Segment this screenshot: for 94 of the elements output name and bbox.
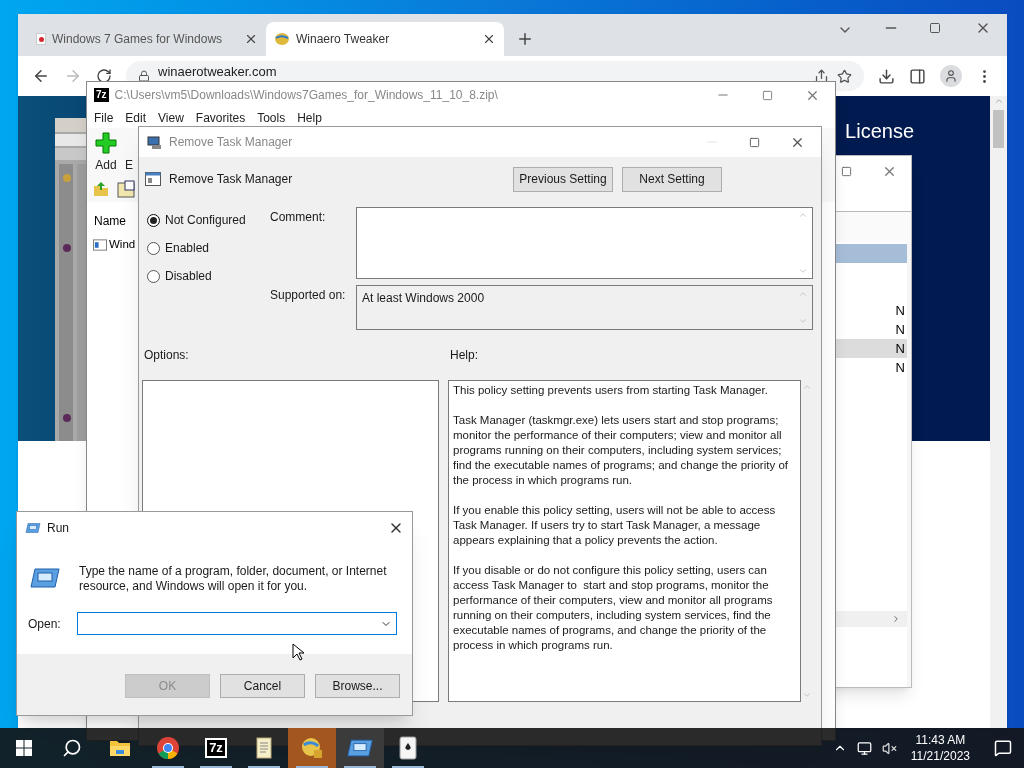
window-title: Run	[47, 519, 69, 537]
menu-item[interactable]: Tools	[257, 109, 286, 127]
table-cell-text: N	[895, 358, 905, 377]
taskbar-button[interactable]: 7z	[192, 728, 240, 768]
maximize-icon[interactable]	[841, 165, 852, 177]
run-icon	[29, 566, 61, 590]
radio-button[interactable]	[147, 269, 160, 283]
dialog-button[interactable]: Cancel	[220, 673, 305, 698]
file-name: Wind	[109, 237, 136, 252]
url-text: winaerotweaker.com	[158, 65, 277, 79]
browser-tab[interactable]: Winaero Tweaker	[266, 22, 504, 56]
help-paragraph: If you disable or do not configure this policy setting, users can access Task Manager to start and stop programs, monitor the performance of their computers, view and monitor all programs running on their computers, including system services, find the executable names of programs, and change the priority of the process in which programs run.	[453, 563, 774, 653]
maximize-icon[interactable]	[762, 89, 773, 101]
nav-link[interactable]: License	[845, 116, 914, 142]
field-label: Supported on:	[270, 287, 347, 304]
clock[interactable]: 11:43 AM 11/21/2023	[906, 732, 974, 764]
folder-icon	[109, 739, 131, 757]
radio-button[interactable]	[147, 241, 160, 255]
bookmark-icon[interactable]	[837, 68, 852, 84]
run-icon	[346, 737, 374, 759]
nav-button[interactable]: Previous Setting	[513, 166, 613, 192]
running-indicator	[200, 766, 232, 768]
favicon-icon	[36, 33, 46, 45]
folder-up-icon[interactable]	[93, 181, 109, 197]
lock-icon	[138, 70, 150, 82]
open-field[interactable]	[76, 612, 397, 635]
file-icon	[93, 238, 107, 251]
setting-heading: Remove Task Manager	[169, 171, 293, 188]
maximize-icon[interactable]	[929, 22, 941, 34]
search-icon	[62, 738, 82, 758]
globe-icon	[300, 736, 324, 760]
menu-item[interactable]: Help	[297, 109, 322, 127]
share-icon[interactable]	[814, 68, 829, 84]
running-indicator	[392, 766, 424, 768]
windows-icon	[16, 740, 32, 756]
window-title: Remove Task Manager	[169, 134, 293, 151]
plus-icon	[95, 132, 117, 154]
maximize-icon[interactable]	[749, 136, 760, 148]
taskbar-button[interactable]	[336, 728, 384, 768]
instructions: Type the name of a program, folder, document, or Internet resource, and Windows will open it for you.	[79, 564, 388, 594]
menu-item[interactable]: Favorites	[195, 109, 246, 127]
radio-label: Not Configured	[165, 212, 246, 229]
browser-tab[interactable]: Windows 7 Games for Windows	[28, 22, 266, 56]
nav-button[interactable]: Next Setting	[622, 166, 722, 192]
radio-button[interactable]	[147, 213, 160, 227]
mouse-cursor-icon	[292, 643, 304, 661]
new-tab-icon[interactable]	[516, 30, 534, 48]
supported-field: At least Windows 2000	[356, 285, 813, 330]
scrollbar-thumb[interactable]	[993, 110, 1004, 148]
card-icon	[399, 736, 417, 760]
help-paragraph: Task Manager (taskmgr.exe) lets users start and stop programs; monitor the performance of their computers; view and monitor all programs running on their computers, including system services; find the executable names of programs; and change the priority of the process in which programs run.	[453, 413, 789, 488]
table-cell-text: N	[895, 339, 905, 358]
table-cell-text: N	[895, 301, 905, 320]
network-icon[interactable]	[856, 740, 872, 756]
radio-label: Enabled	[165, 240, 210, 257]
running-indicator	[152, 766, 184, 768]
field-label: Open:	[28, 615, 61, 633]
menu-item[interactable]: View	[158, 109, 184, 127]
profile-icon[interactable]	[940, 65, 962, 87]
app-logo: 7z	[94, 88, 109, 102]
menu-item[interactable]: Edit	[125, 109, 147, 127]
tab-title: Winaero Tweaker	[296, 31, 391, 48]
archiver-icon: 7z	[205, 738, 227, 758]
run-icon	[25, 521, 41, 534]
toolbar-button[interactable]: Add	[95, 132, 117, 174]
section-label: Options:	[144, 347, 190, 364]
menu-item[interactable]: File	[94, 109, 114, 127]
running-indicator	[344, 766, 376, 768]
scroll-right-icon[interactable]	[891, 614, 901, 624]
section-label: Help:	[450, 347, 478, 364]
running-indicator	[248, 766, 280, 768]
dialog-button[interactable]: Browse...	[315, 673, 400, 698]
notifications-icon[interactable]	[994, 739, 1012, 757]
policy-icon	[147, 135, 162, 149]
archive-icon	[117, 180, 135, 198]
table-cell-text: N	[895, 320, 905, 339]
chrome-icon	[156, 736, 180, 760]
toolbar-button[interactable]: E	[125, 132, 133, 174]
side-panel-icon[interactable]	[909, 67, 926, 85]
scroll-icon	[254, 736, 274, 760]
tab-title: Windows 7 Games for Windows	[52, 31, 224, 48]
close-icon[interactable]	[244, 32, 258, 46]
download-icon[interactable]	[878, 67, 895, 85]
volume-icon[interactable]	[881, 740, 897, 756]
help-paragraph: This policy setting prevents users from starting Task Manager.	[453, 383, 769, 398]
favicon-icon	[274, 32, 290, 46]
running-indicator	[296, 766, 328, 768]
reload-icon[interactable]	[96, 68, 112, 84]
radio-label: Disabled	[165, 268, 212, 285]
help-paragraph: If you enable this policy setting, users will not be able to access Task Manager. If users try to start Task Manager, a message appears explaining that a policy prevents the action.	[453, 503, 777, 548]
close-icon[interactable]	[482, 32, 496, 46]
field-label: Comment:	[270, 209, 327, 226]
back-icon[interactable]	[32, 67, 50, 85]
policy-setting-icon	[145, 171, 161, 187]
